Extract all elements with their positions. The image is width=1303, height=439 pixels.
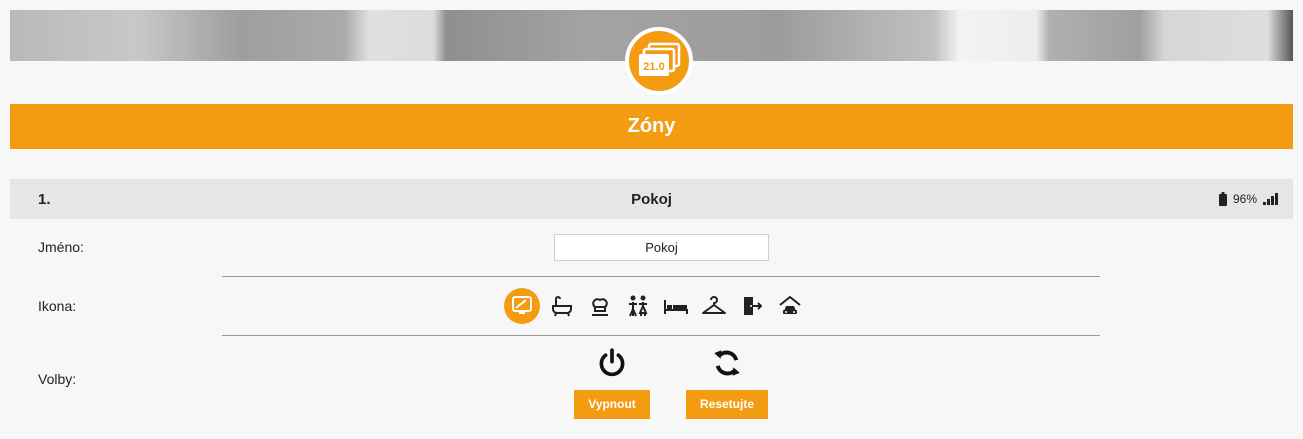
reset-button[interactable]: Resetujte — [685, 390, 769, 419]
bathtub-icon[interactable] — [546, 290, 578, 322]
battery-icon — [1218, 192, 1227, 206]
name-label: Jméno: — [38, 239, 84, 255]
page-title-bar: Zóny — [10, 104, 1293, 149]
icon-picker — [504, 287, 806, 325]
logo-value: 21.0 — [643, 61, 664, 73]
page: 21.0 Zóny 1. Pokoj 96% Jméno: Ikona: — [0, 0, 1303, 439]
options-label: Volby: — [38, 371, 77, 387]
power-off-option: Vypnout — [566, 346, 658, 419]
zone-name-input[interactable] — [554, 234, 769, 261]
reset-option: Resetujte — [683, 346, 771, 419]
hanger-icon[interactable] — [698, 290, 730, 322]
battery-percent: 96% — [1232, 192, 1257, 206]
page-title: Zóny — [627, 115, 676, 137]
power-off-button[interactable]: Vypnout — [574, 390, 650, 419]
screens-icon: 21.0 — [639, 42, 681, 76]
temperature-logo-badge: 21.0 — [625, 27, 693, 95]
zone-number: 1. — [38, 190, 51, 208]
zone-header: 1. Pokoj 96% — [10, 179, 1293, 219]
children-icon[interactable] — [622, 290, 654, 322]
bed-icon[interactable] — [660, 290, 692, 322]
refresh-icon — [714, 350, 740, 376]
kitchen-icon[interactable] — [584, 290, 616, 322]
garage-car-icon[interactable] — [774, 290, 806, 322]
divider — [222, 276, 1100, 277]
monitor-icon[interactable] — [504, 288, 540, 324]
zone-status: 96% — [1218, 192, 1279, 206]
signal-strength-icon — [1263, 193, 1278, 205]
divider — [222, 335, 1100, 336]
power-icon — [599, 348, 625, 377]
door-exit-icon[interactable] — [736, 290, 768, 322]
icon-label: Ikona: — [38, 298, 77, 314]
zone-title: Pokoj — [631, 190, 672, 208]
